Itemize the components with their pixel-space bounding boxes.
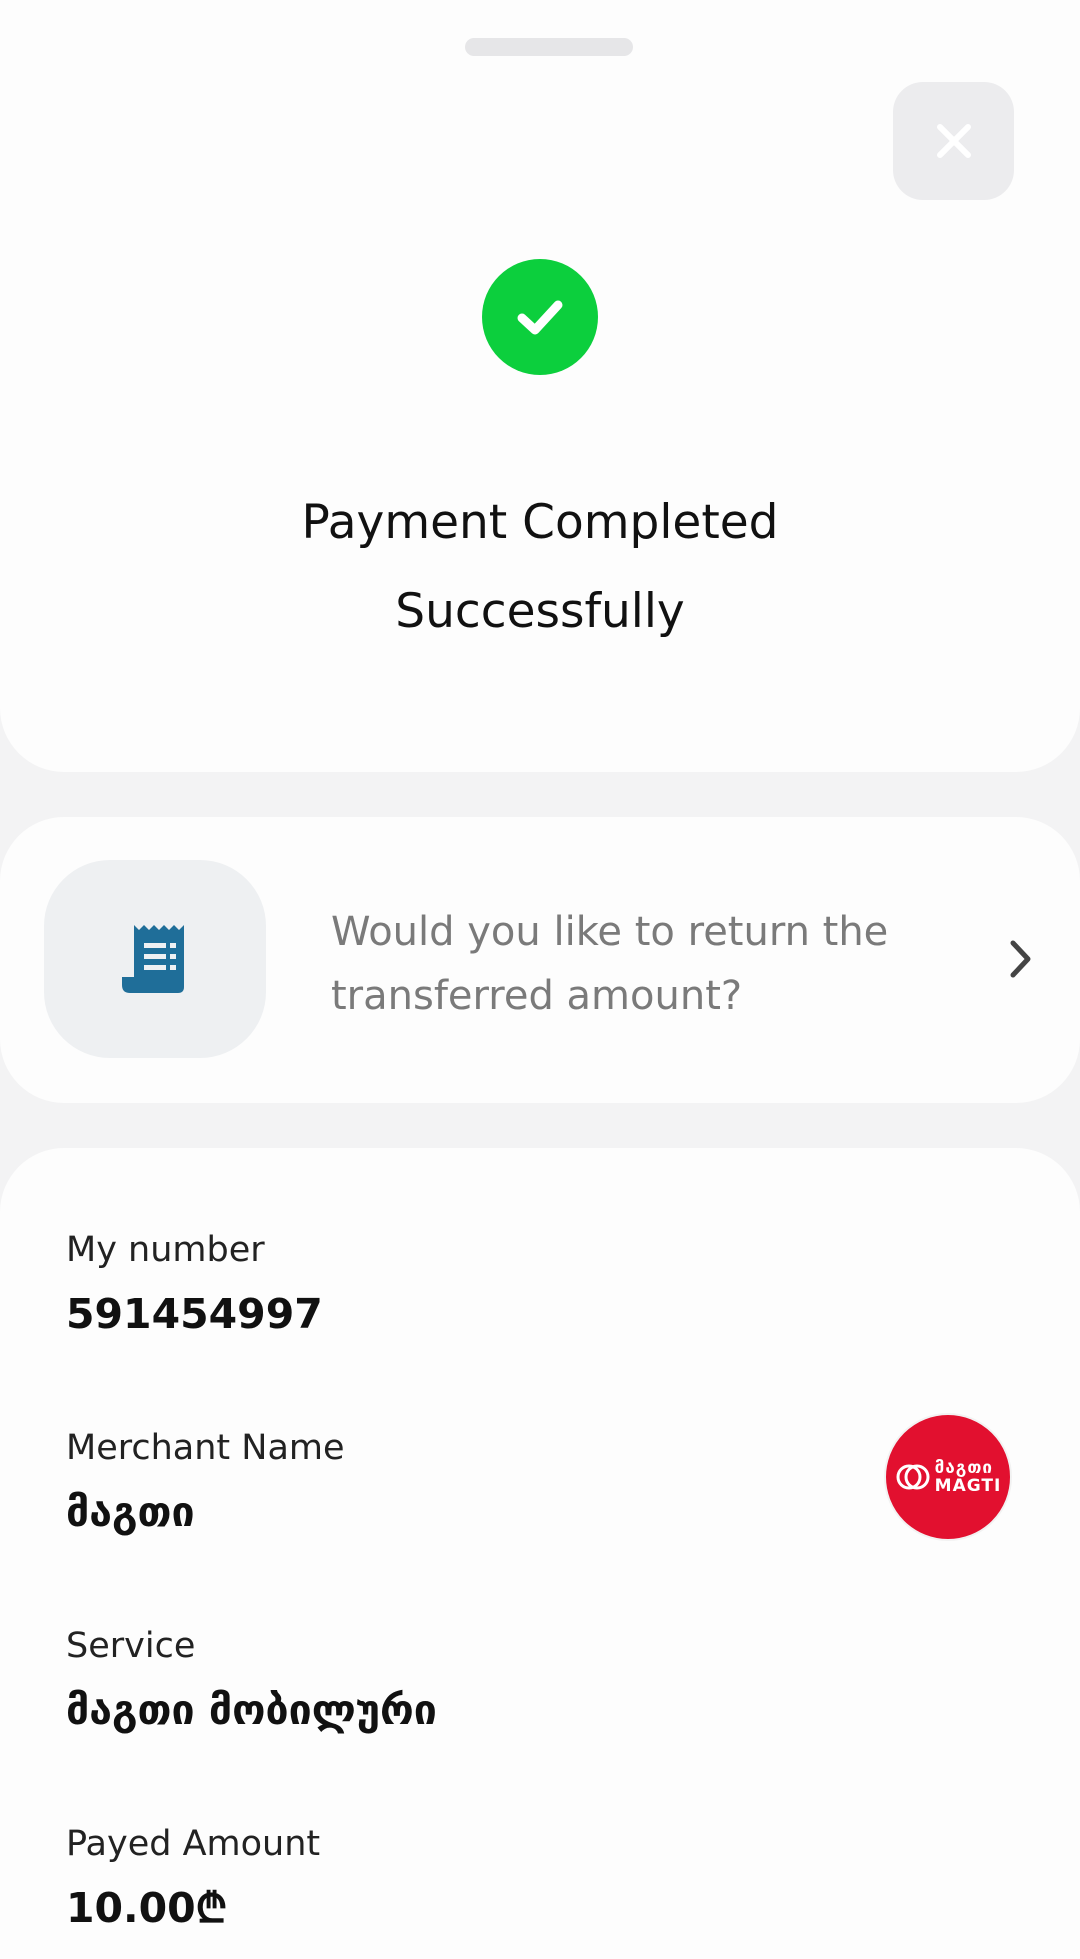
- merchant-label: Merchant Name: [66, 1428, 345, 1468]
- refund-prompt-text: Would you like to return the transferred…: [331, 909, 889, 1019]
- amount-label: Payed Amount: [66, 1824, 321, 1864]
- amount-value: 10.00₾: [66, 1884, 228, 1932]
- merchant-value: მაგთი: [66, 1488, 195, 1536]
- merchant-field: Merchant Name მაგთი: [66, 1426, 345, 1540]
- close-icon: [936, 124, 971, 158]
- merchant-logo: მაგთი MAGTI: [884, 1413, 1012, 1541]
- check-circle-icon: [482, 259, 598, 375]
- payment-details-card: My number 591454997 Merchant Name მაგთი …: [0, 1148, 1080, 1959]
- my-number-label: My number: [66, 1230, 265, 1270]
- page-title: Payment Completed Successfully: [0, 478, 1080, 656]
- service-field: Service მაგთი მობილური: [66, 1624, 437, 1738]
- my-number-field: My number 591454997: [66, 1228, 323, 1342]
- drag-handle[interactable]: [465, 38, 633, 56]
- chevron-right-icon: [1001, 939, 1041, 979]
- receipt-icon: [122, 925, 184, 993]
- checkmark-icon: [517, 300, 563, 335]
- logo-text-en: MAGTI: [934, 1476, 1002, 1496]
- refund-prompt-card[interactable]: Would you like to return the transferred…: [0, 817, 1080, 1103]
- receipt-tile: [44, 860, 266, 1058]
- service-value: მაგთი მობილური: [66, 1686, 437, 1734]
- amount-field: Payed Amount 10.00₾: [66, 1822, 320, 1936]
- logo-text-ge: მაგთი: [934, 1458, 993, 1478]
- close-button[interactable]: [893, 82, 1014, 200]
- success-header-card: Payment Completed Successfully: [0, 0, 1080, 772]
- title-line-2: Successfully: [395, 584, 685, 639]
- service-label: Service: [66, 1626, 196, 1666]
- title-line-1: Payment Completed: [301, 495, 779, 550]
- magti-logo-icon: [896, 1464, 930, 1490]
- my-number-value: 591454997: [66, 1290, 323, 1338]
